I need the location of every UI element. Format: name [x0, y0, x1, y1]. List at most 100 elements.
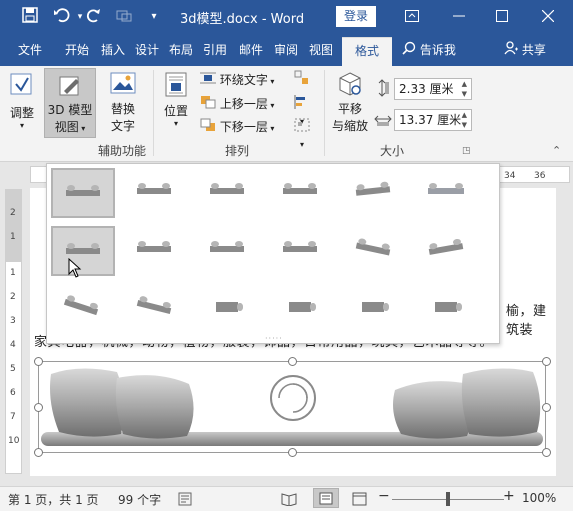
- resize-handle[interactable]: [288, 448, 297, 457]
- send-backward-button[interactable]: 下移一层 ▾: [200, 117, 274, 137]
- ruler-number: 6: [10, 388, 16, 398]
- print-layout-icon[interactable]: [313, 488, 339, 508]
- login-button[interactable]: 登录: [336, 6, 376, 27]
- model-view-preset[interactable]: [124, 284, 188, 334]
- zoom-level[interactable]: 100%: [522, 491, 556, 505]
- redo-icon[interactable]: [84, 7, 104, 27]
- resize-handle[interactable]: [542, 448, 551, 457]
- model-view-preset[interactable]: [197, 284, 261, 334]
- model-view-preset[interactable]: [416, 226, 480, 276]
- model-view-preset[interactable]: [270, 284, 334, 334]
- tab-layout[interactable]: 布局: [166, 34, 196, 66]
- send-backward-label: 下移一层: [219, 120, 268, 134]
- model-view-preset[interactable]: [343, 168, 407, 218]
- tell-me-search[interactable]: 告诉我: [402, 34, 456, 66]
- resize-handle[interactable]: [542, 403, 551, 412]
- width-icon: [374, 111, 392, 130]
- close-icon[interactable]: [538, 7, 558, 27]
- title-bar: ▾ ▾ 3d模型.docx - Word 登录: [0, 0, 573, 34]
- model-view-preset[interactable]: [124, 226, 188, 276]
- share-label: 共享: [521, 43, 546, 57]
- 3d-model-object[interactable]: [34, 357, 551, 457]
- size-dialog-launcher-icon[interactable]: ◳: [462, 146, 471, 156]
- print-preview-icon[interactable]: [114, 7, 134, 27]
- zoom-in-icon[interactable]: +: [503, 488, 515, 504]
- tab-file[interactable]: 文件: [10, 34, 50, 66]
- group-objects-button[interactable]: ▾: [290, 117, 314, 149]
- model-view-preset[interactable]: [124, 168, 188, 218]
- alt-text-button[interactable]: 替换 文字: [104, 70, 142, 134]
- model-view-preset[interactable]: [51, 226, 115, 276]
- ribbon-display-options-icon[interactable]: [402, 7, 422, 27]
- 3d-model-views-button[interactable]: 3D 模型 视图 ▾: [44, 68, 96, 138]
- maximize-icon[interactable]: [492, 7, 512, 27]
- minimize-icon[interactable]: [449, 7, 469, 27]
- person-icon: [504, 35, 518, 67]
- proofing-icon[interactable]: [178, 492, 194, 509]
- bring-forward-button[interactable]: 上移一层 ▾: [200, 94, 274, 114]
- adjust-button[interactable]: 调整 ▾: [4, 70, 40, 130]
- share-button[interactable]: 共享: [504, 34, 546, 66]
- shape-width-input[interactable]: 13.37 厘米 ▲ ▼: [394, 109, 472, 131]
- vertical-ruler[interactable]: 2 1 1 2 3 4 5 6 7 10: [0, 162, 26, 476]
- model-view-preset[interactable]: [343, 226, 407, 276]
- 3d-model-views-gallery[interactable]: ·····: [46, 163, 500, 344]
- tab-format[interactable]: 格式: [342, 37, 392, 66]
- spin-up-down-icon[interactable]: ▲ ▼: [462, 110, 467, 130]
- resize-handle[interactable]: [34, 403, 43, 412]
- undo-icon[interactable]: [52, 7, 72, 27]
- tab-insert[interactable]: 插入: [98, 34, 128, 66]
- gallery-resize-grip-icon[interactable]: ·····: [265, 334, 283, 343]
- group-objects-icon: [293, 118, 311, 136]
- group-label-accessibility: 辅助功能: [98, 144, 147, 158]
- model-view-preset[interactable]: [270, 226, 334, 276]
- ruler-number: 1: [10, 232, 16, 242]
- model-view-preset[interactable]: [343, 284, 407, 334]
- tab-design[interactable]: 设计: [132, 34, 162, 66]
- ribbon: 调整 ▾ 3D 模型 视图 ▾ 替换 文字 辅助功能 位置 ▾ 环绕文字 ▾ 上…: [0, 66, 573, 162]
- word-count[interactable]: 99 个字: [118, 491, 161, 508]
- page-count[interactable]: 第 1 页，共 1 页: [8, 491, 99, 508]
- model-view-thumbnail: [283, 183, 317, 194]
- resize-handle[interactable]: [34, 357, 43, 366]
- alt-text-label-line2: 文字: [110, 119, 135, 133]
- wrap-text-button[interactable]: 环绕文字 ▾: [200, 70, 274, 90]
- zoom-out-icon[interactable]: −: [378, 488, 390, 504]
- tab-mailings[interactable]: 邮件: [236, 34, 266, 66]
- zoom-slider-thumb[interactable]: [446, 492, 450, 506]
- spin-up-down-icon[interactable]: ▲ ▼: [462, 79, 467, 99]
- tab-home[interactable]: 开始: [60, 34, 94, 66]
- window-title: 3d模型.docx - Word: [180, 12, 305, 27]
- model-view-thumbnail: [136, 296, 172, 315]
- model-view-preset[interactable]: [51, 168, 115, 218]
- tab-references[interactable]: 引用: [200, 34, 230, 66]
- alt-text-icon: [109, 70, 137, 98]
- save-icon[interactable]: [20, 7, 40, 27]
- model-view-preset[interactable]: [416, 168, 480, 218]
- model-view-preset[interactable]: [197, 226, 261, 276]
- 3d-model-view-label-line2: 视图 ▾: [54, 120, 86, 134]
- shape-height-input[interactable]: 2.33 厘米 ▲ ▼: [394, 78, 472, 100]
- tab-review[interactable]: 审阅: [271, 34, 301, 66]
- align-icon: [293, 95, 311, 113]
- send-backward-icon: [200, 118, 216, 138]
- resize-handle[interactable]: [542, 357, 551, 366]
- align-button[interactable]: ▾: [290, 94, 314, 126]
- selection-pane-button[interactable]: [290, 70, 314, 90]
- position-button[interactable]: 位置 ▾: [160, 70, 192, 128]
- pan-zoom-label-line1: 平移: [337, 102, 362, 116]
- resize-handle[interactable]: [34, 448, 43, 457]
- model-view-preset[interactable]: [197, 168, 261, 218]
- customize-qat-icon[interactable]: ▾: [144, 7, 164, 27]
- read-mode-icon[interactable]: [281, 492, 297, 509]
- web-layout-icon[interactable]: [352, 492, 368, 509]
- model-view-preset[interactable]: [51, 284, 115, 334]
- resize-handle[interactable]: [288, 357, 297, 366]
- tab-view[interactable]: 视图: [306, 34, 336, 66]
- collapse-ribbon-icon[interactable]: ⌃: [552, 144, 561, 157]
- pan-and-zoom-button[interactable]: 平移 与缩放: [328, 70, 372, 134]
- model-view-preset[interactable]: [270, 168, 334, 218]
- model-view-thumbnail: [355, 181, 391, 196]
- model-view-thumbnail: [435, 302, 462, 312]
- model-view-preset[interactable]: [416, 284, 480, 334]
